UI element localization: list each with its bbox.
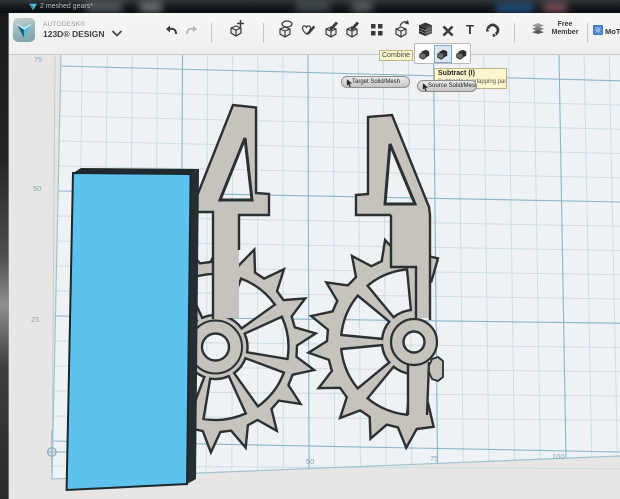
svg-text:75: 75	[34, 55, 42, 64]
svg-text:50: 50	[33, 184, 41, 193]
svg-text:75: 75	[430, 454, 438, 463]
svg-text:100: 100	[552, 452, 565, 461]
svg-text:50: 50	[306, 457, 314, 466]
svg-text:25: 25	[31, 315, 39, 324]
